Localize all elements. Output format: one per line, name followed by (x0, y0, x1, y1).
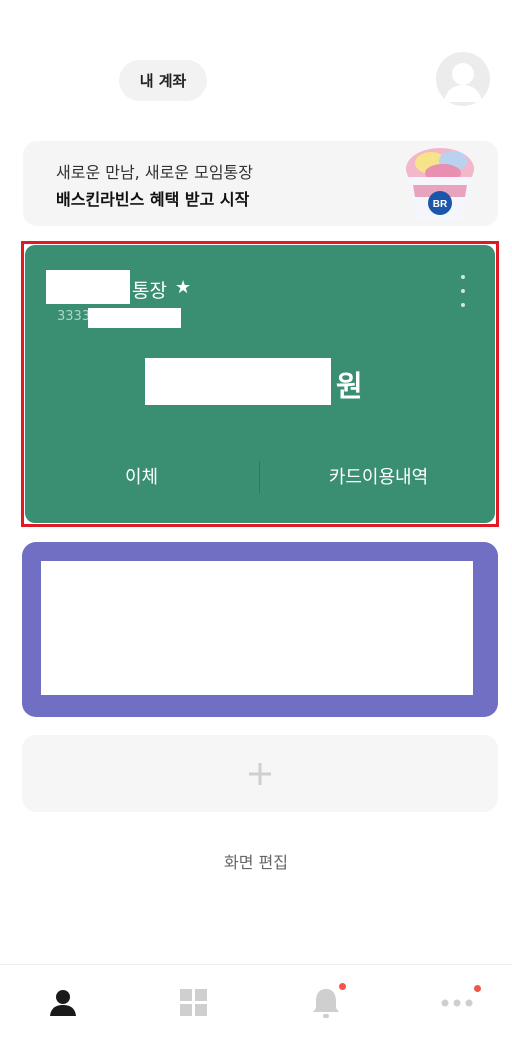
account-number-prefix: 3333 (57, 309, 91, 324)
person-icon (50, 990, 76, 1016)
account-name-redacted (46, 270, 130, 304)
bottom-nav (0, 964, 512, 1056)
nav-person[interactable] (43, 983, 83, 1023)
nav-menu[interactable] (174, 983, 214, 1023)
more-dots-icon (441, 999, 473, 1007)
balance-currency: 원 (336, 369, 363, 403)
promo-title: 배스킨라빈스 혜택 받고 시작 (56, 190, 250, 209)
header: 내 계좌 (0, 0, 512, 120)
add-account-button[interactable] (22, 735, 498, 812)
account-type-label: 통장 (132, 280, 167, 302)
user-silhouette-icon (436, 52, 490, 106)
balance-redacted (145, 358, 331, 405)
second-card-redacted (41, 561, 473, 695)
alert-badge (339, 983, 346, 990)
promo-subtitle: 새로운 만남, 새로운 모임통장 (56, 163, 253, 182)
card-more-icon[interactable] (457, 275, 469, 307)
cup-logo-text: BR (433, 199, 448, 210)
card-history-button[interactable]: 카드이용내역 (262, 456, 495, 496)
favorite-star-icon[interactable]: ★ (175, 277, 191, 298)
account-number-redacted (88, 308, 181, 328)
profile-avatar[interactable] (436, 52, 490, 106)
actions-divider (259, 461, 260, 493)
nav-alerts[interactable] (306, 983, 346, 1023)
more-badge (474, 985, 481, 992)
ice-cream-cup-image: BR (406, 148, 474, 221)
edit-screen-button[interactable]: 화면 편집 (0, 849, 512, 873)
grid-menu-icon (180, 989, 207, 1016)
account-card[interactable]: 통장 ★ 3333 원 이체 카드이용내역 (25, 245, 495, 523)
transfer-button[interactable]: 이체 (25, 456, 258, 496)
card-actions: 이체 카드이용내역 (25, 456, 495, 496)
promo-banner[interactable]: 새로운 만남, 새로운 모임통장 배스킨라빈스 혜택 받고 시작 BR (23, 141, 498, 226)
my-account-tab[interactable]: 내 계좌 (119, 60, 207, 101)
nav-more[interactable] (438, 983, 481, 1023)
plus-icon (249, 762, 271, 785)
second-account-card[interactable] (22, 542, 498, 717)
